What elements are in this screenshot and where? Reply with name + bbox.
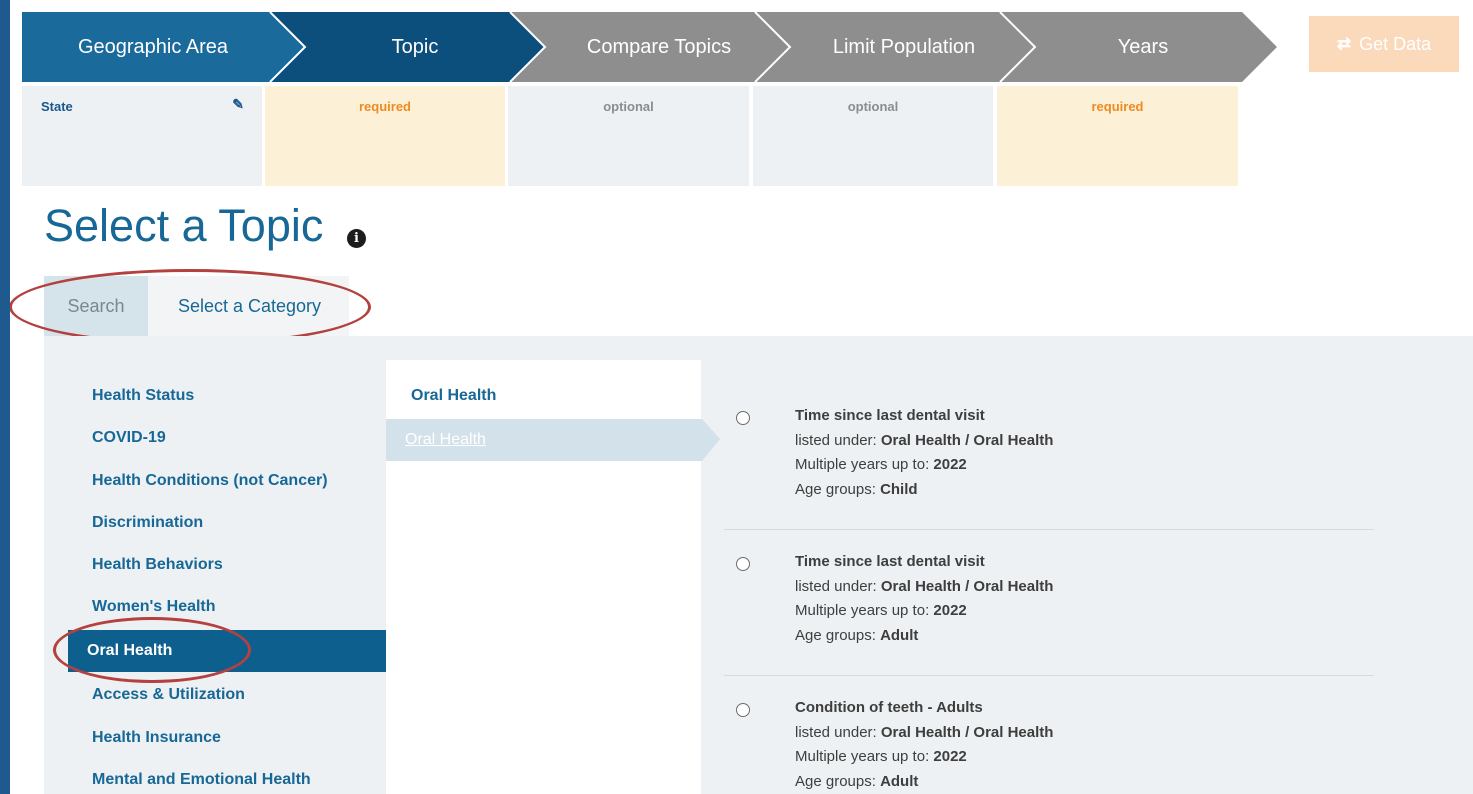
subcategory-item-oral-health[interactable]: Oral Health (405, 431, 486, 449)
subcategory-heading: Oral Health (411, 387, 497, 404)
category-health-conditions[interactable]: Health Conditions (not Cancer) (92, 472, 328, 490)
category-discrimination[interactable]: Discrimination (92, 514, 203, 532)
topic-years: Multiple years up to: 2022 (795, 456, 967, 473)
topic-years: Multiple years up to: 2022 (795, 602, 967, 619)
step-wizard: Geographic Area Topic Compare Topics Lim… (22, 12, 1277, 82)
topic-item[interactable]: Time since last dental visit listed unde… (724, 404, 1374, 514)
retweet-icon: ⇄ (1336, 34, 1352, 53)
step-status-geographic[interactable]: State ✎ (22, 86, 262, 186)
topic-years: Multiple years up to: 2022 (795, 748, 967, 765)
topic-title: Time since last dental visit (795, 553, 985, 570)
step-status-limit: optional (753, 86, 993, 186)
topic-title: Condition of teeth - Adults (795, 699, 983, 716)
topic-listed-under: listed under: Oral Health / Oral Health (795, 431, 1054, 449)
topic-separator (724, 529, 1374, 530)
category-oral-health[interactable]: Oral Health (87, 642, 172, 660)
topic-details: Time since last dental visit listed unde… (795, 550, 1053, 648)
step-geographic-area[interactable]: Geographic Area (22, 12, 284, 82)
topic-title: Time since last dental visit (795, 407, 985, 424)
topic-listed-under: listed under: Oral Health / Oral Health (795, 723, 1054, 741)
step-status-topic: required (265, 86, 505, 186)
step-compare-topics[interactable]: Compare Topics (528, 12, 790, 82)
step-topic[interactable]: Topic (284, 12, 546, 82)
category-womens-health[interactable]: Women's Health (92, 598, 216, 616)
topic-age-groups: Age groups: Child (795, 480, 918, 498)
get-data-label: Get Data (1359, 33, 1432, 54)
topic-radio[interactable] (736, 411, 750, 425)
step-status-compare: optional (508, 86, 749, 186)
category-mental-emotional-health[interactable]: Mental and Emotional Health (92, 771, 311, 789)
category-health-behaviors[interactable]: Health Behaviors (92, 556, 223, 574)
category-health-insurance[interactable]: Health Insurance (92, 729, 221, 747)
tab-select-category[interactable]: Select a Category (150, 276, 349, 336)
topic-radio[interactable] (736, 703, 750, 717)
topic-details: Condition of teeth - Adults listed under… (795, 696, 1053, 794)
topic-item[interactable]: Condition of teeth - Adults listed under… (724, 696, 1374, 794)
step-limit-population[interactable]: Limit Population (773, 12, 1035, 82)
pencil-icon[interactable]: ✎ (232, 96, 244, 113)
step-years[interactable]: Years (1018, 12, 1268, 82)
step-status-years: required (997, 86, 1238, 186)
category-covid-19[interactable]: COVID-19 (92, 429, 166, 447)
page: Geographic Area Topic Compare Topics Lim… (10, 0, 1473, 794)
category-access-utilization[interactable]: Access & Utilization (92, 686, 245, 704)
topic-radio[interactable] (736, 557, 750, 571)
topic-details: Time since last dental visit listed unde… (795, 404, 1053, 502)
tab-search[interactable]: Search (44, 276, 148, 336)
get-data-button[interactable]: ⇄ Get Data (1309, 16, 1459, 72)
info-icon[interactable]: i (347, 229, 366, 248)
topic-separator (724, 675, 1374, 676)
page-title: Select a Topic (44, 200, 324, 251)
topic-age-groups: Age groups: Adult (795, 772, 919, 790)
category-health-status[interactable]: Health Status (92, 387, 194, 405)
topic-age-groups: Age groups: Adult (795, 626, 919, 644)
topic-item[interactable]: Time since last dental visit listed unde… (724, 550, 1374, 660)
step-status-geographic-text: State (41, 99, 73, 114)
topic-listed-under: listed under: Oral Health / Oral Health (795, 577, 1054, 595)
